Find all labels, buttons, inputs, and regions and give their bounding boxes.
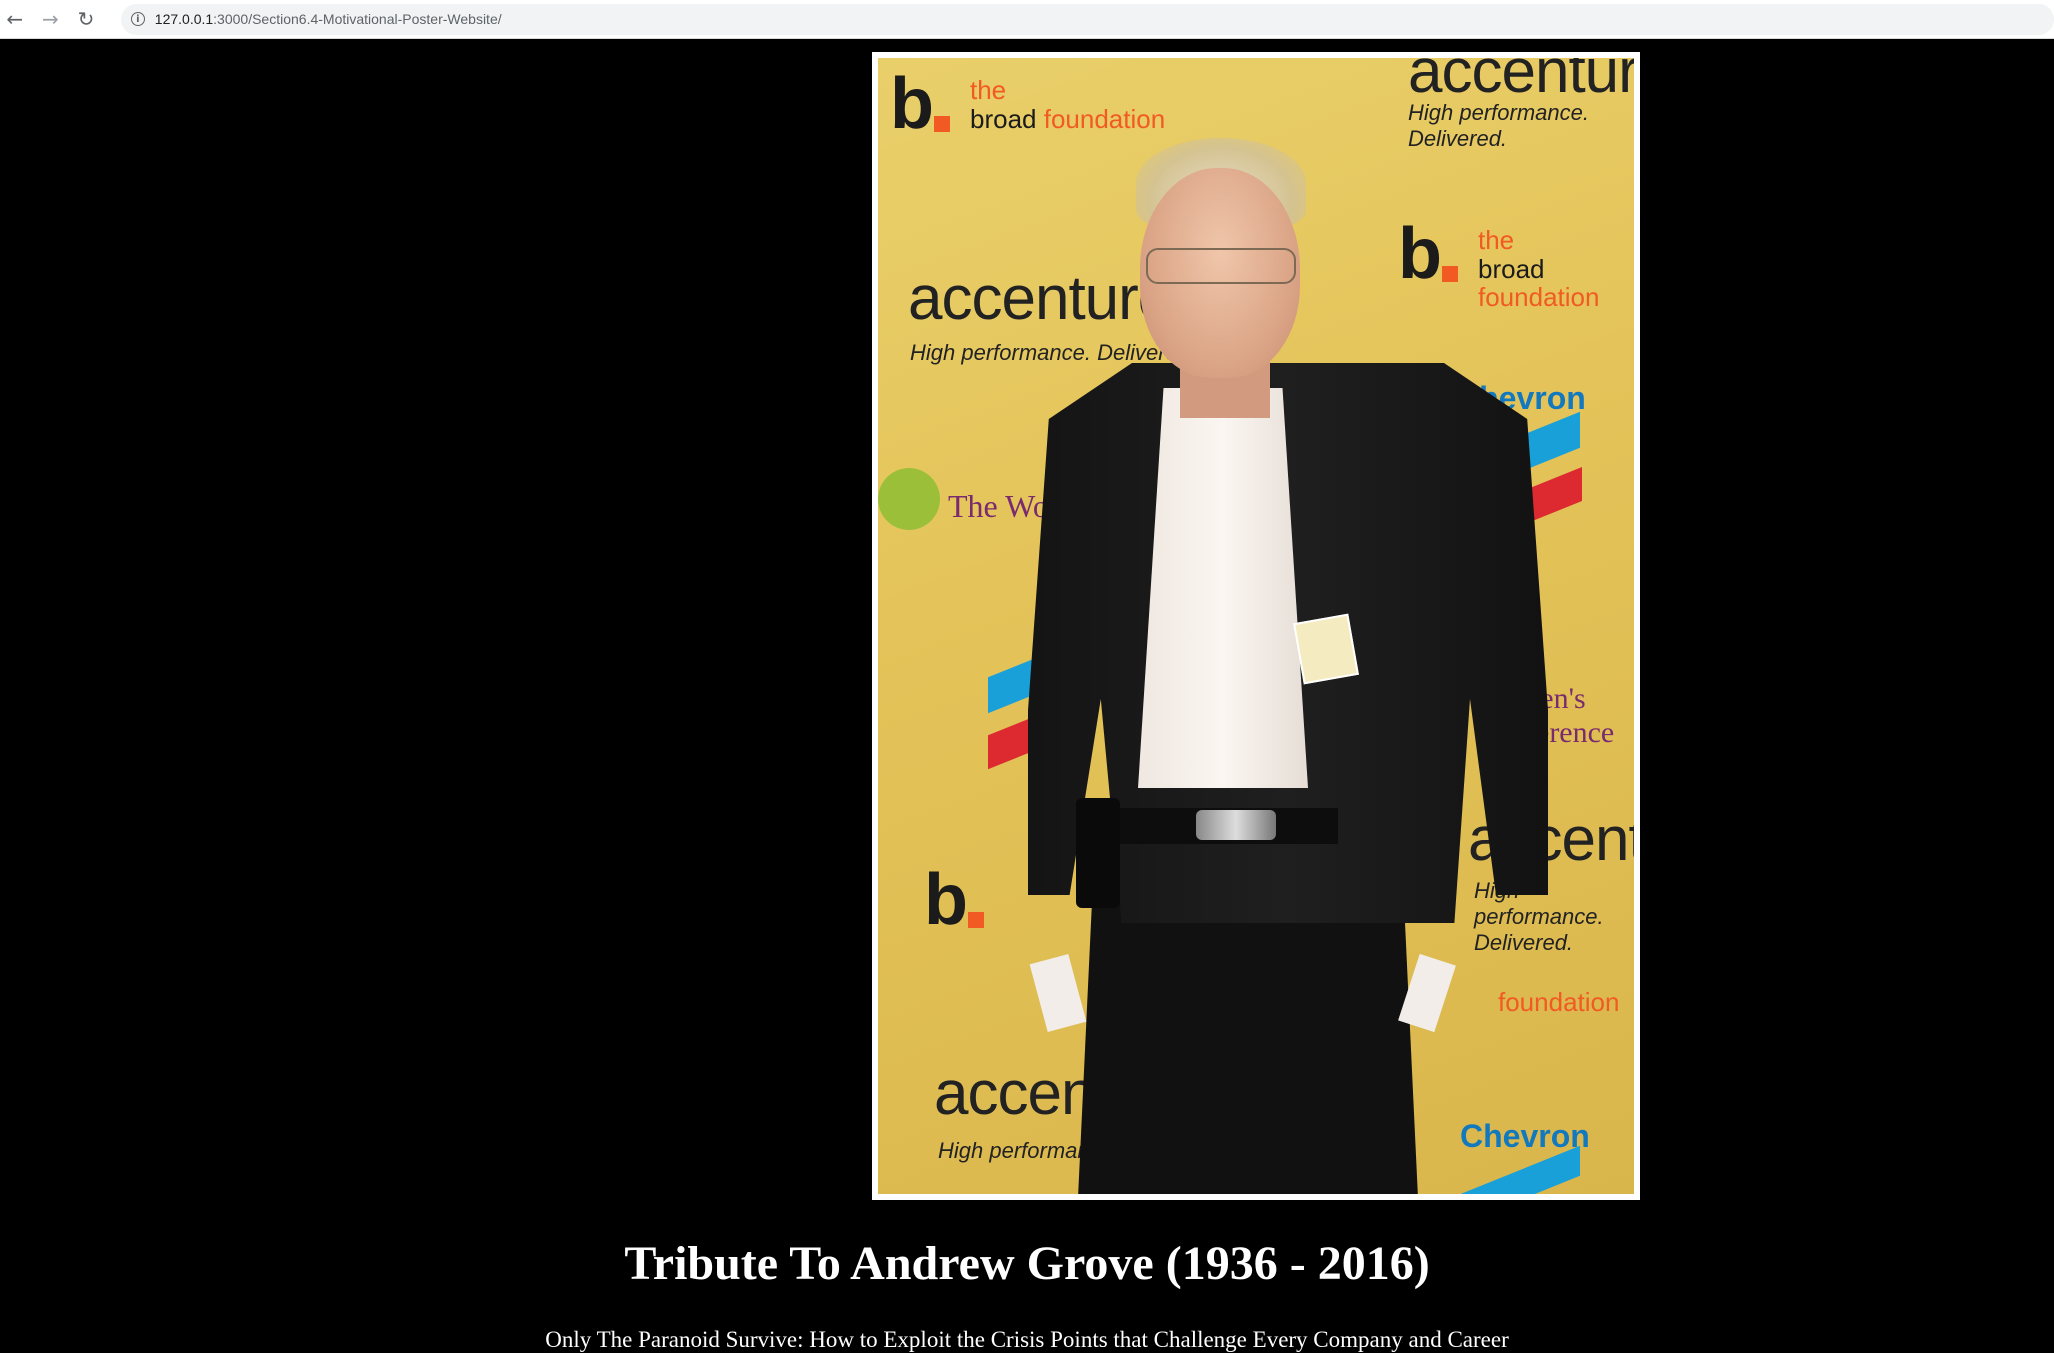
back-arrow-icon[interactable]: ← [0,4,30,34]
url-host: 127.0.0.1 [154,11,214,27]
foundation-word-3: foundation [1498,987,1620,1017]
broad-word-2: broad [1478,253,1545,284]
info-icon[interactable]: i [130,12,145,26]
poster-frame: b the broad foundation accenture High pe… [872,52,1640,1200]
broad-foundation-logo-3: b [924,864,984,936]
broad-foundation-text-3: foundation [1498,988,1619,1017]
left-hand-cuff [1029,954,1087,1032]
chevron-logo-blue-2 [988,658,1034,714]
address-bar[interactable]: i 127.0.0.1:3000/Section6.4-Motivational… [120,3,2054,35]
foundation-word-2: foundation [1478,282,1600,313]
poster-photo: b the broad foundation accenture High pe… [878,58,1634,1194]
accenture-tagline: High performance. Delivered. [910,340,1197,365]
name-badge [1293,613,1359,685]
belt-buckle [1196,810,1276,840]
forward-arrow-icon[interactable]: → [36,4,66,34]
url-text[interactable]: 127.0.0.1:3000/Section6.4-Motivational-P… [155,11,502,27]
page-subtitle: Only The Paranoid Survive: How to Exploi… [545,1327,1509,1352]
url-path: :3000/Section6.4-Motivational-Poster-Web… [213,11,502,27]
accenture-logo: accenture [908,264,1172,333]
womens-conference-seal [878,468,940,530]
reload-icon[interactable]: ↻ [71,4,101,34]
glasses [1146,248,1296,284]
white-shirt [1138,388,1308,788]
browser-toolbar: ← → ↻ i 127.0.0.1:3000/Section6.4-Motiva… [0,0,2054,39]
foundation-word: foundation [1043,103,1166,134]
broad-foundation-text-2: the broad foundation [1478,226,1634,312]
page-title: Tribute To Andrew Grove (1936 - 2016) [624,1237,1430,1290]
broad-foundation-logo-2: b [1398,218,1458,290]
pager-holster [1076,798,1120,908]
broad-foundation-logo: b [890,68,950,140]
chevron-logo-red-2 [988,716,1034,770]
broad-foundation-text: the broad foundation [970,76,1165,133]
broad-the-2: the [1478,225,1515,255]
broad-word: broad [970,103,1037,134]
accenture-tagline-top: High performance. Delivered. [1408,100,1589,151]
broad-the: the [970,75,1007,105]
